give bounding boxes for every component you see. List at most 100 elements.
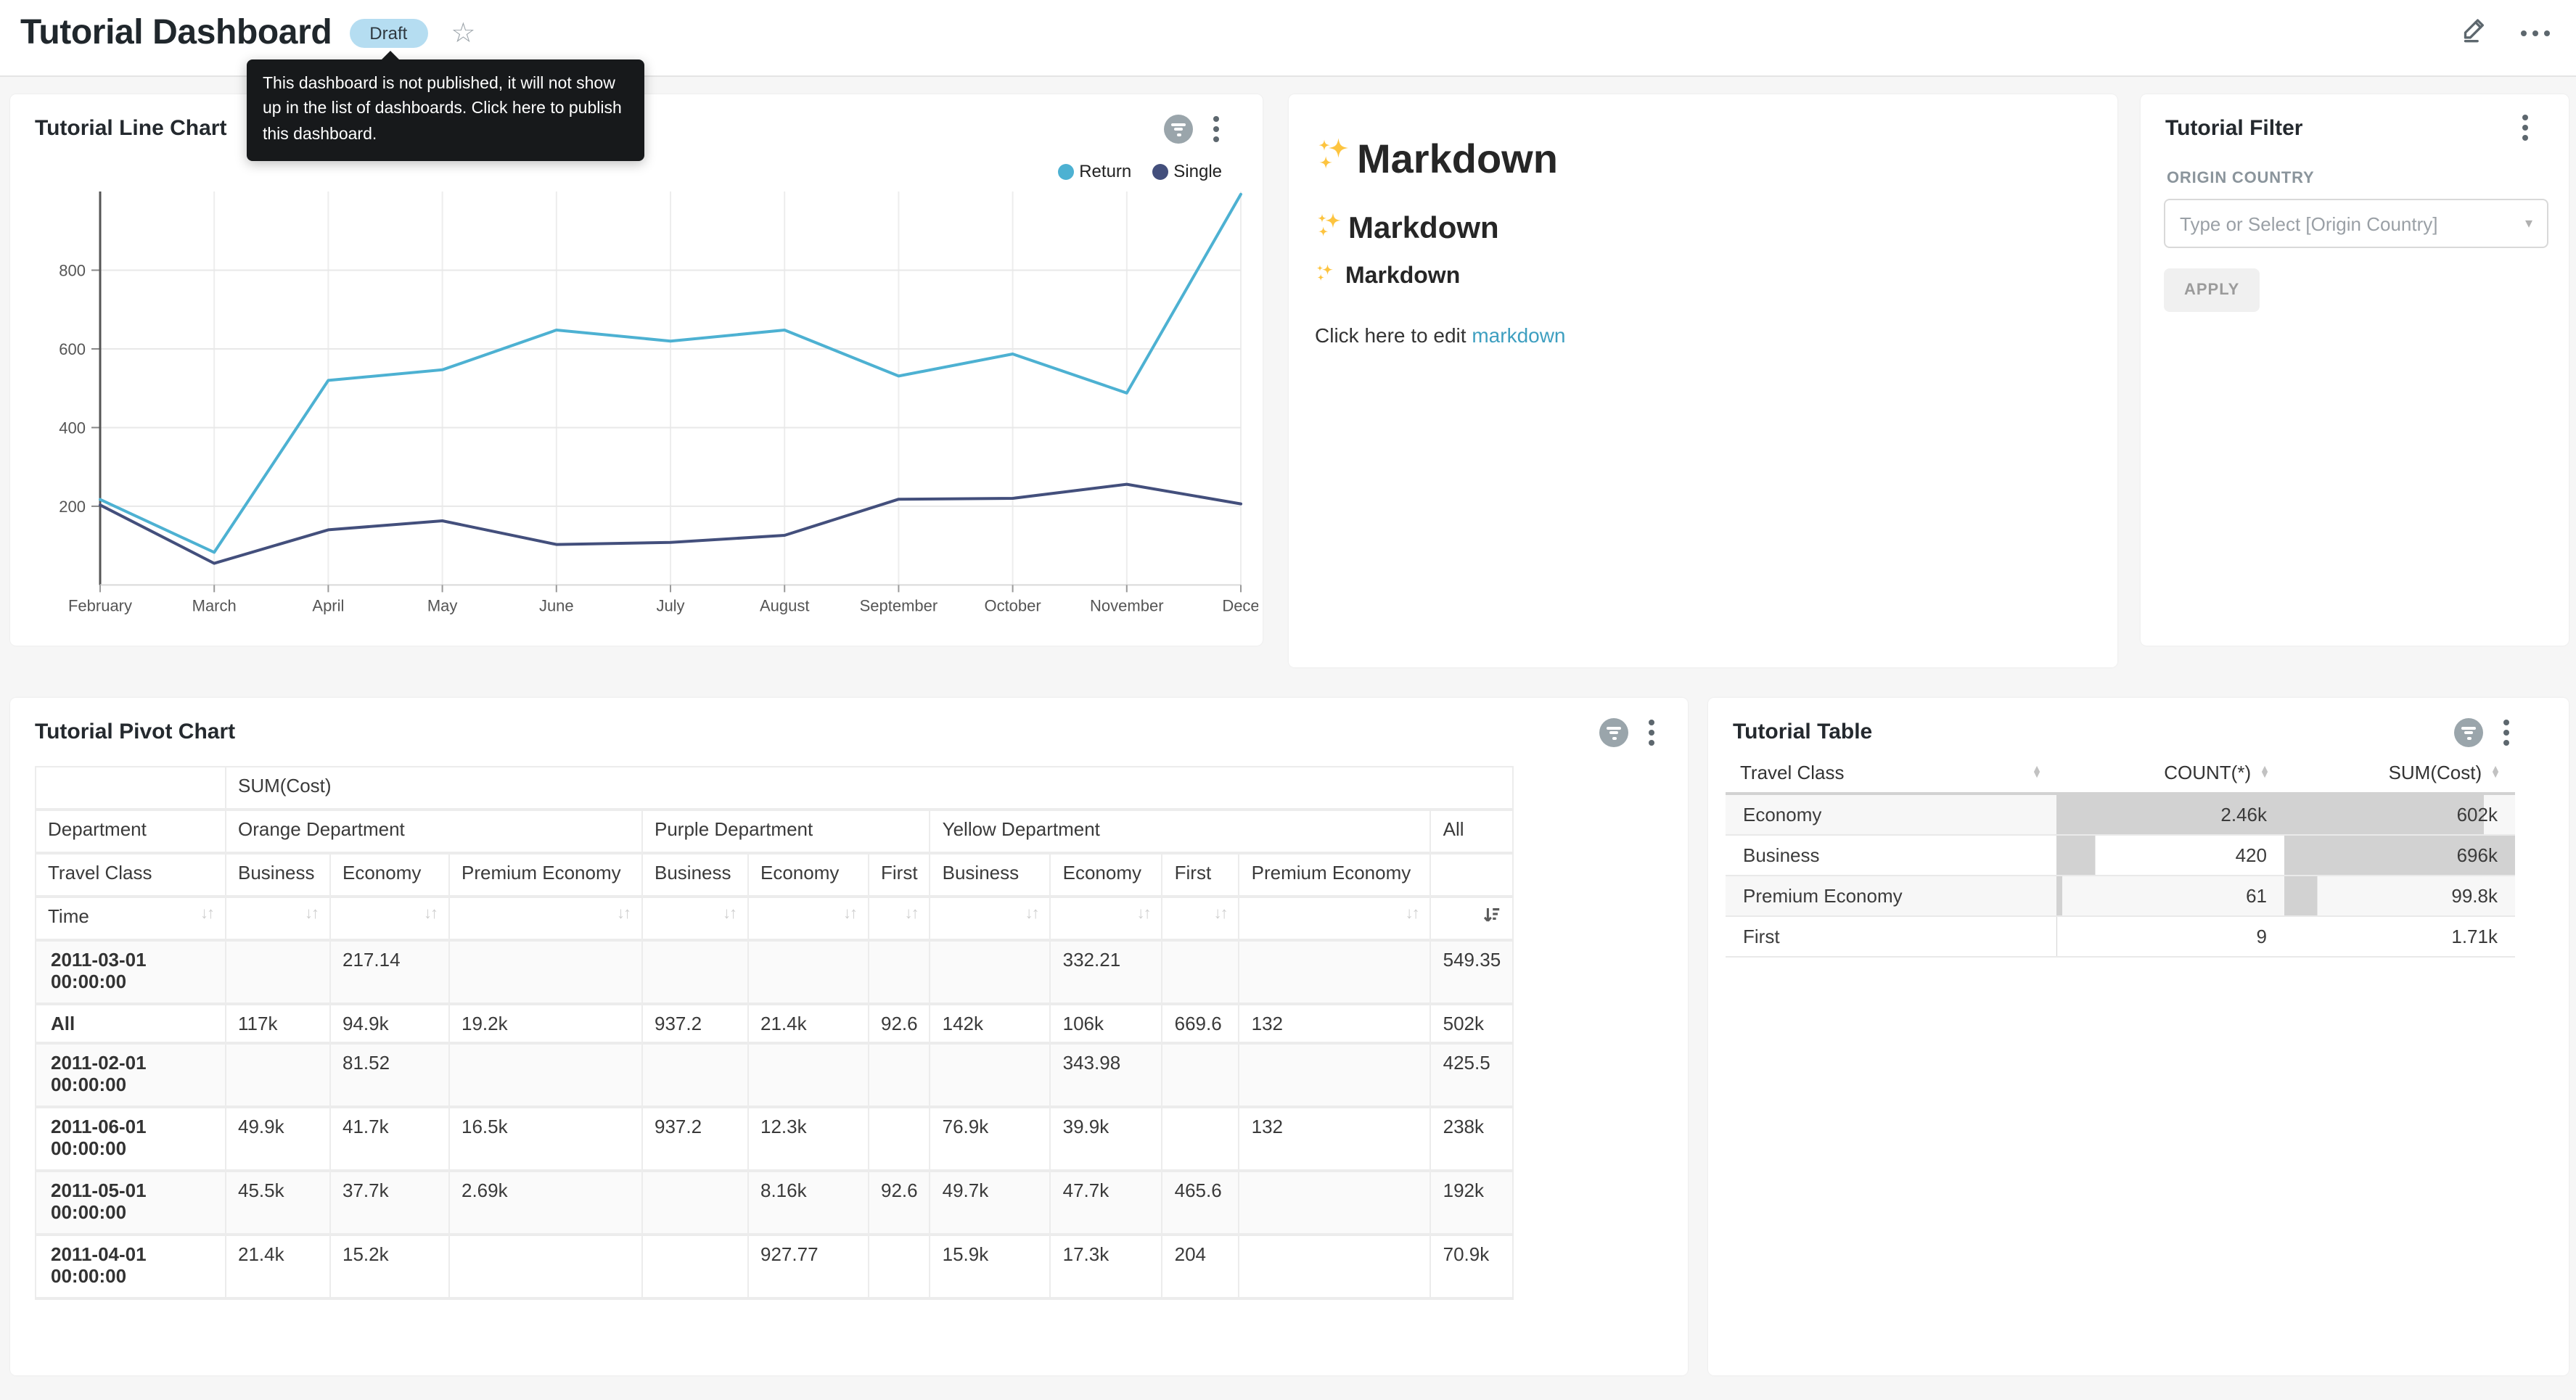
pivot-value-cell: 669.6 [1162, 1004, 1239, 1043]
pivot-row: All117k94.9k19.2k937.221.4k92.6142k106k6… [36, 1004, 1513, 1043]
apply-button[interactable]: APPLY [2164, 268, 2260, 312]
pivot-value-cell: 16.5k [449, 1107, 642, 1171]
pivot-value-cell [449, 940, 642, 1004]
pivot-class-header: Economy [748, 853, 869, 897]
table-row: First91.71k [1726, 916, 2515, 957]
pivot-value-cell: 192k [1431, 1171, 1514, 1235]
favorite-star-icon[interactable]: ☆ [451, 17, 475, 50]
table-row: Business420696k [1726, 835, 2515, 876]
pivot-sort-cell: ↓↑ [930, 897, 1051, 940]
pivot-value-cell [642, 1171, 748, 1235]
pivot-value-cell: 425.5 [1431, 1043, 1514, 1107]
line-chart[interactable]: 200400600800FebruaryMarchAprilMayJuneJul… [10, 174, 1258, 627]
kebab-menu-icon[interactable] [1649, 720, 1654, 746]
pivot-value-cell [642, 1043, 748, 1107]
pivot-value-cell: 132 [1239, 1004, 1431, 1043]
table-cell-travel-class: Economy [1726, 794, 2056, 835]
origin-country-select[interactable]: Type or Select [Origin Country] ▾ [2164, 199, 2548, 248]
table-cell-sum: 696k [2284, 835, 2515, 876]
markdown-edit-link[interactable]: markdown [1472, 324, 1565, 347]
x-axis-label: February [68, 596, 132, 614]
pivot-group-header: Purple Department [642, 810, 930, 853]
table-header-count[interactable]: COUNT(*)▲▼ [2056, 753, 2284, 794]
pivot-class-header: Economy [330, 853, 449, 897]
kebab-menu-icon[interactable] [2503, 720, 2509, 746]
markdown-h2: Markdown [1315, 210, 1499, 248]
pivot-metric-header: SUM(Cost) [226, 767, 1513, 810]
pivot-value-cell: 81.52 [330, 1043, 449, 1107]
pivot-row-label: All [36, 1004, 226, 1043]
kebab-menu-icon[interactable] [2522, 115, 2528, 141]
pivot-value-cell [748, 940, 869, 1004]
table-header-sum-cost[interactable]: SUM(Cost)▲▼ [2284, 753, 2515, 794]
pivot-row-label: 2011-04-01 00:00:00 [36, 1235, 226, 1298]
caret-down-icon: ▼ [2490, 773, 2501, 778]
y-axis-label: 600 [59, 340, 86, 358]
pivot-value-cell [449, 1043, 642, 1107]
pivot-value-cell: 45.5k [226, 1171, 330, 1235]
draft-badge[interactable]: Draft [349, 19, 427, 48]
y-axis-label: 200 [59, 498, 86, 516]
y-axis-label: 400 [59, 419, 86, 437]
sort-toggle-icon[interactable]: ↓↑ [905, 905, 918, 923]
edit-pencil-icon[interactable] [2460, 15, 2489, 51]
table-cell-sum: 1.71k [2284, 916, 2515, 957]
filter-card: Tutorial Filter ORIGIN COUNTRY Type or S… [2141, 94, 2569, 646]
sort-toggle-icon[interactable]: ↓↑ [424, 905, 437, 923]
sort-toggle-icon[interactable]: ↓↑ [305, 905, 318, 923]
pivot-value-cell: 142k [930, 1004, 1051, 1043]
cross-filter-icon[interactable] [2454, 718, 2483, 747]
pivot-value-cell: 106k [1051, 1004, 1162, 1043]
sort-toggle-icon[interactable]: ↓↑ [617, 905, 630, 923]
pivot-row-label: 2011-05-01 00:00:00 [36, 1171, 226, 1235]
table-cell-count: 61 [2056, 876, 2284, 916]
pivot-dimension-header: Department [36, 810, 226, 853]
pivot-group-header: Orange Department [226, 810, 642, 853]
markdown-h1: Markdown [1315, 135, 1558, 183]
table-cell-travel-class: Premium Economy [1726, 876, 2056, 916]
pivot-value-cell [1162, 940, 1239, 1004]
pivot-class-header: Business [226, 853, 330, 897]
pivot-value-cell: 12.3k [748, 1107, 869, 1171]
pivot-value-cell: 549.35 [1431, 940, 1514, 1004]
pivot-value-cell: 2.69k [449, 1171, 642, 1235]
pivot-class-header [1431, 853, 1514, 897]
pivot-group-header: Yellow Department [930, 810, 1431, 853]
sort-desc-active-icon[interactable] [1483, 907, 1501, 928]
pivot-table: SUM(Cost)DepartmentOrange DepartmentPurp… [35, 766, 1514, 1300]
markdown-card: Markdown Markdown Markdown Click here to… [1289, 94, 2117, 667]
pivot-value-cell [1162, 1043, 1239, 1107]
sort-toggle-icon[interactable]: ↓↑ [1025, 905, 1038, 923]
data-table: Travel Class▲▼COUNT(*)▲▼SUM(Cost)▲▼ Econo… [1726, 753, 2515, 958]
sort-toggle-icon[interactable]: ↓↑ [200, 905, 213, 923]
cross-filter-icon[interactable] [1599, 718, 1628, 747]
pivot-value-cell: 92.6 [869, 1004, 930, 1043]
more-options-ellipsis-icon[interactable] [2521, 30, 2550, 36]
page-title: Tutorial Dashboard [20, 13, 332, 54]
kebab-menu-icon[interactable] [1213, 116, 1219, 142]
cross-filter-icon[interactable] [1164, 115, 1193, 144]
sort-toggle-icon[interactable]: ↓↑ [1214, 905, 1227, 923]
line-chart-title: Tutorial Line Chart [35, 116, 226, 141]
pivot-sort-cell: ↓↑ [642, 897, 748, 940]
pivot-value-cell [930, 940, 1051, 1004]
pivot-value-cell: 217.14 [330, 940, 449, 1004]
pivot-value-cell: 94.9k [330, 1004, 449, 1043]
pivot-value-cell: 21.4k [226, 1235, 330, 1298]
sort-toggle-icon[interactable]: ↓↑ [1137, 905, 1150, 923]
pivot-value-cell: 15.9k [930, 1235, 1051, 1298]
sparkles-icon [1315, 263, 1340, 290]
sort-toggle-icon[interactable]: ↓↑ [843, 905, 856, 923]
pivot-value-cell: 502k [1431, 1004, 1514, 1043]
pivot-row-label: 2011-02-01 00:00:00 [36, 1043, 226, 1107]
unpublished-tooltip[interactable]: This dashboard is not published, it will… [247, 59, 644, 161]
caret-down-icon: ▼ [2260, 773, 2270, 778]
pivot-row: 2011-03-01 00:00:00217.14332.21549.35 [36, 940, 1513, 1004]
table-header-travel-class[interactable]: Travel Class▲▼ [1726, 753, 2056, 794]
sort-toggle-icon[interactable]: ↓↑ [1406, 905, 1419, 923]
x-axis-label: September [860, 596, 938, 614]
pivot-sort-cell: ↓↑ [330, 897, 449, 940]
x-axis-label: May [427, 596, 458, 614]
sort-toggle-icon[interactable]: ↓↑ [723, 905, 736, 923]
line-chart-card: Tutorial Line Chart ReturnSingle 2004006… [10, 94, 1263, 646]
